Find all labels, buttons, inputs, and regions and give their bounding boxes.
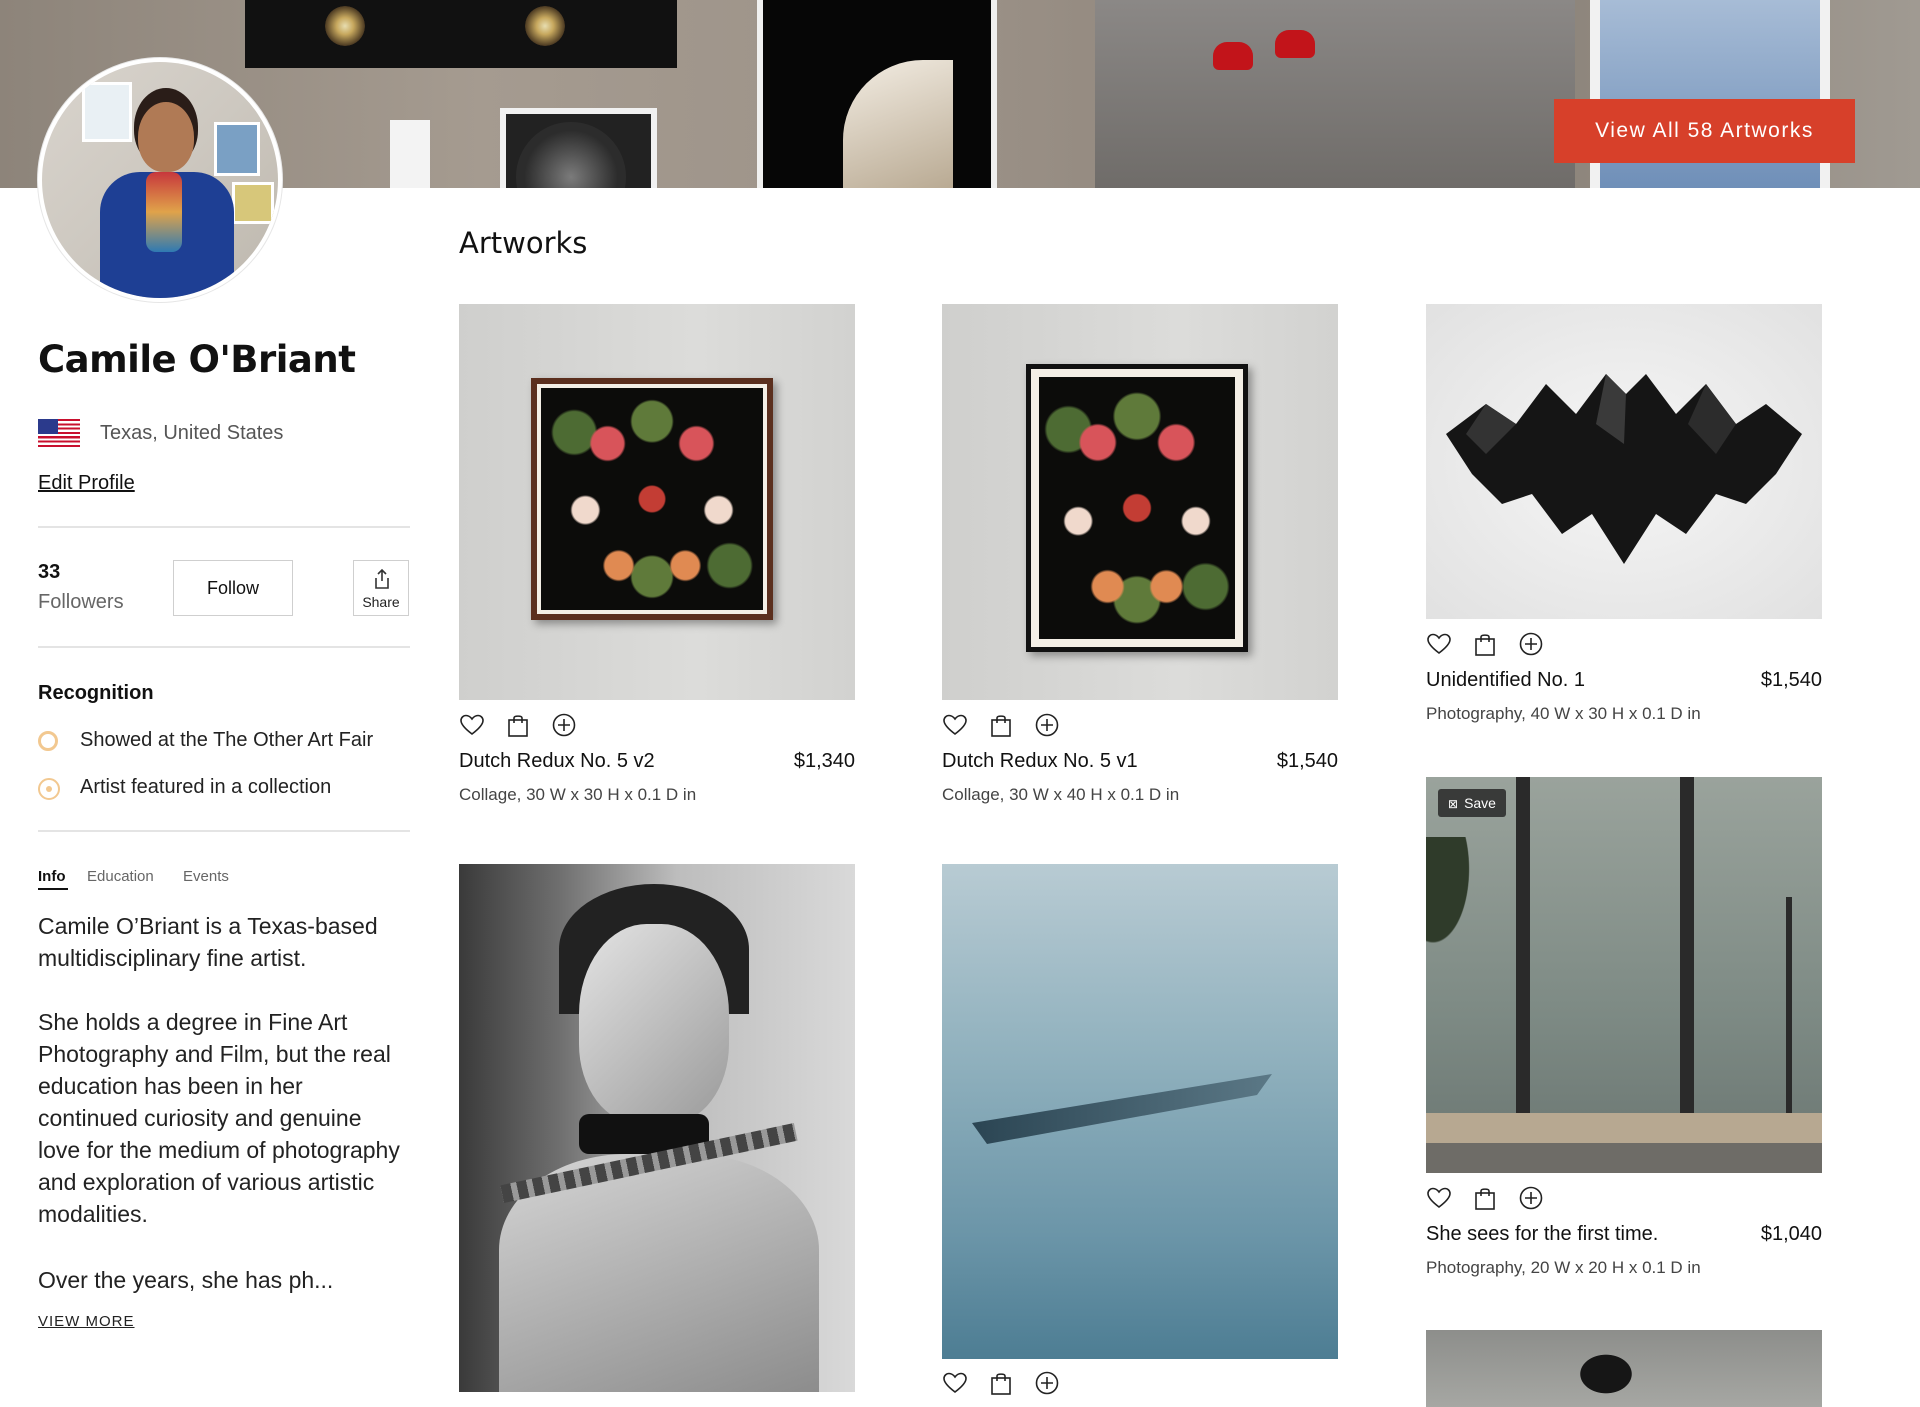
artwork-meta: Collage, 30 W x 40 H x 0.1 D in — [942, 785, 1180, 804]
bio-paragraph: Camile O’Briant is a Texas-based multidi… — [38, 913, 378, 971]
tab-education[interactable]: Education — [87, 868, 154, 885]
artwork-price: $1,540 — [1760, 669, 1822, 691]
recognition-item: Showed at the The Other Art Fair — [38, 729, 408, 755]
artwork-image[interactable] — [1426, 304, 1822, 619]
view-more-link[interactable]: VIEW MORE — [38, 1313, 135, 1330]
artwork-image[interactable]: ⊠ Save — [1426, 777, 1822, 1173]
shopping-bag-icon[interactable] — [1472, 631, 1498, 657]
artwork-actions — [1426, 631, 1556, 657]
artwork-actions — [942, 1370, 1072, 1396]
shopping-bag-icon[interactable] — [988, 1370, 1014, 1396]
recognition-item-label: Artist featured in a collection — [80, 776, 332, 798]
share-icon — [375, 568, 389, 589]
share-button[interactable]: Share — [353, 560, 409, 616]
save-label: Save — [1464, 795, 1496, 811]
add-to-collection-icon[interactable] — [1518, 631, 1544, 657]
artist-location: Texas, United States — [100, 422, 284, 444]
artwork-title[interactable]: Dutch Redux No. 5 v2 — [459, 750, 655, 773]
tab-info[interactable]: Info — [38, 868, 66, 885]
add-to-collection-icon[interactable] — [1034, 1370, 1060, 1396]
artwork-actions — [942, 712, 1072, 738]
heart-icon[interactable] — [942, 712, 968, 738]
artworks-section-title: Artworks — [459, 226, 588, 260]
divider — [38, 646, 410, 648]
active-tab-indicator — [38, 888, 68, 890]
artwork-image[interactable] — [459, 304, 855, 700]
bio-paragraph: Over the years, she has ph... — [38, 1267, 334, 1293]
ring-badge-icon — [38, 731, 58, 751]
save-icon: ⊠ — [1448, 797, 1459, 811]
artwork-actions — [1426, 1185, 1556, 1211]
recognition-item-label: Showed at the The Other Art Fair — [80, 729, 374, 751]
add-to-collection-icon[interactable] — [1034, 712, 1060, 738]
artwork-image[interactable] — [1426, 1330, 1822, 1407]
heart-icon[interactable] — [1426, 631, 1452, 657]
avatar — [38, 58, 282, 302]
hero-artwork-map — [500, 108, 657, 188]
hero-artwork-red-shoes — [1095, 0, 1575, 188]
artist-name: Camile O'Briant — [38, 338, 356, 381]
recognition-title: Recognition — [38, 682, 154, 704]
view-all-artworks-button[interactable]: View All 58 Artworks — [1554, 99, 1855, 163]
sculpture-graphic — [1446, 374, 1802, 564]
artwork-title[interactable]: She sees for the first time. — [1426, 1223, 1658, 1246]
collection-badge-icon — [38, 778, 60, 800]
hero-artwork-architecture — [757, 0, 997, 188]
heart-icon[interactable] — [1426, 1185, 1452, 1211]
recognition-item: Artist featured in a collection — [38, 776, 408, 802]
add-to-collection-icon[interactable] — [1518, 1185, 1544, 1211]
tab-events[interactable]: Events — [183, 868, 229, 885]
heart-icon[interactable] — [942, 1370, 968, 1396]
artwork-title[interactable]: Dutch Redux No. 5 v1 — [942, 750, 1138, 773]
followers-label: Followers — [38, 591, 124, 613]
save-button[interactable]: ⊠ Save — [1438, 789, 1506, 817]
edit-profile-link[interactable]: Edit Profile — [38, 472, 135, 495]
artwork-meta: Collage, 30 W x 30 H x 0.1 D in — [459, 785, 697, 804]
followers-count: 33 — [38, 561, 61, 583]
artwork-price: $1,340 — [793, 750, 855, 772]
artwork-actions — [459, 712, 589, 738]
shopping-bag-icon[interactable] — [505, 712, 531, 738]
divider — [38, 830, 410, 832]
artwork-image[interactable] — [459, 864, 855, 1392]
bio-paragraph: She holds a degree in Fine Art Photograp… — [38, 1009, 400, 1227]
hero-frame — [390, 120, 430, 188]
artwork-meta: Photography, 40 W x 30 H x 0.1 D in — [1426, 704, 1701, 723]
artwork-price: $1,540 — [1276, 750, 1338, 772]
artwork-meta: Photography, 20 W x 20 H x 0.1 D in — [1426, 1258, 1701, 1277]
share-label: Share — [362, 594, 400, 610]
artwork-image[interactable] — [942, 304, 1338, 700]
us-flag-icon — [38, 419, 80, 447]
shopping-bag-icon[interactable] — [1472, 1185, 1498, 1211]
hero-artwork-flowers — [245, 0, 677, 68]
hero-banner: View All 58 Artworks — [0, 0, 1920, 188]
heart-icon[interactable] — [459, 712, 485, 738]
artwork-image[interactable] — [942, 864, 1338, 1359]
follow-button[interactable]: Follow — [173, 560, 293, 616]
add-to-collection-icon[interactable] — [551, 712, 577, 738]
artwork-title[interactable]: Unidentified No. 1 — [1426, 669, 1585, 692]
shopping-bag-icon[interactable] — [988, 712, 1014, 738]
divider — [38, 526, 410, 528]
artwork-price: $1,040 — [1760, 1223, 1822, 1245]
